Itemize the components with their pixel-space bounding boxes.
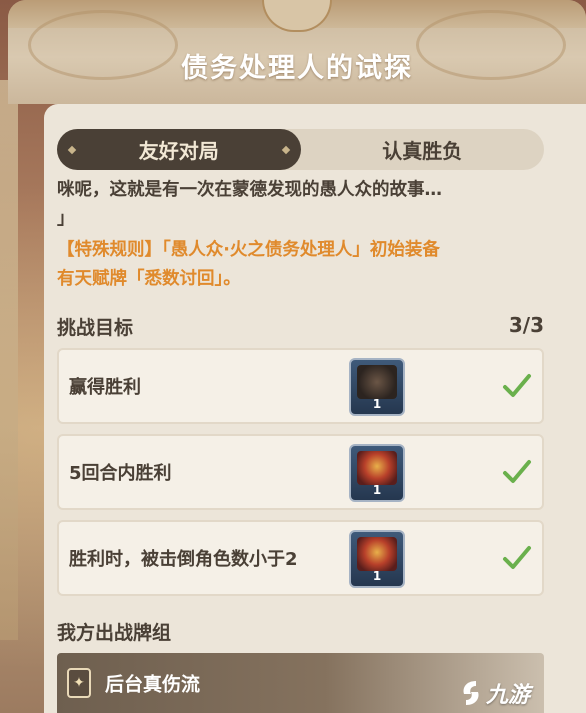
deck-heading: 我方出战牌组 (57, 622, 172, 644)
goal-label: 赢得胜利 (69, 377, 141, 398)
background-left-pillar (0, 80, 18, 640)
reward-card[interactable]: 1 (349, 358, 405, 416)
deck-name: 后台真伤流 (105, 673, 201, 696)
goals-heading: 挑战目标 (57, 317, 134, 339)
goal-label: 5回合内胜利 (69, 463, 172, 484)
check-icon (503, 460, 531, 483)
goal-row: 赢得胜利 1 (57, 348, 544, 424)
watermark-text: 九游 (485, 683, 530, 708)
special-rule-line-1: 【特殊规则】「愚人众·火之债务处理人」初始装备 (57, 240, 440, 260)
deck-card-icon: ✦ (67, 668, 91, 698)
reward-count: 1 (372, 397, 382, 411)
watermark: 九游 (458, 677, 530, 709)
goal-row: 5回合内胜利 1 (57, 434, 544, 510)
description-line-1: 咪呢，这就是有一次在蒙德发现的愚人众的故事… (57, 180, 442, 200)
goal-row: 胜利时，被击倒角色数小于2 1 (57, 520, 544, 596)
check-icon (503, 546, 531, 569)
reward-card[interactable]: 1 (349, 530, 405, 588)
check-icon (503, 374, 531, 397)
mode-tabs: 友好对局 认真胜负 (57, 129, 544, 170)
page-title: 债务处理人的试探 (181, 53, 413, 84)
goal-label: 胜利时，被击倒角色数小于2 (69, 549, 298, 570)
special-rule-text: 【特殊规则】「愚人众·火之债务处理人」初始装备 有天赋牌「悉数讨回」。 (57, 236, 547, 294)
description-line-2: 」 (57, 209, 75, 229)
special-rule-line-2: 有天赋牌「悉数讨回」。 (57, 269, 241, 289)
card-art-fire (357, 537, 397, 571)
goals-progress: 3/3 (508, 313, 544, 337)
header-banner: 债务处理人的试探 (8, 0, 586, 104)
tab-serious-match[interactable]: 认真胜负 (301, 129, 545, 170)
deck-selector[interactable]: ✦ 后台真伤流 九游 (57, 653, 544, 713)
description-text: 咪呢，这就是有一次在蒙德发现的愚人众的故事… 」 (57, 176, 547, 234)
reward-count: 1 (372, 483, 382, 497)
watermark-logo-icon (463, 681, 479, 705)
reward-count: 1 (372, 569, 382, 583)
card-art-fire (357, 451, 397, 485)
card-art-fatui (357, 365, 397, 399)
tab-friendly-match[interactable]: 友好对局 (57, 129, 301, 170)
reward-card[interactable]: 1 (349, 444, 405, 502)
